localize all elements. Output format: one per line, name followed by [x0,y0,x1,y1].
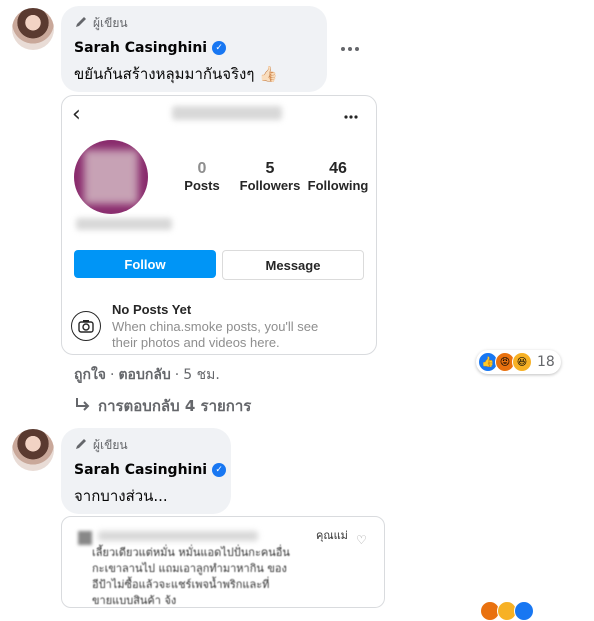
following-count: 46 [329,160,347,177]
no-posts-text-2: their photos and videos here. [112,335,280,350]
no-posts-text-1: When china.smoke posts, you'll see [112,319,319,334]
followers-stat: 5 Followers [238,160,302,193]
comment-text: จากบางส่วน... [74,487,168,505]
pencil-icon [74,15,88,32]
haha-reaction-icon: 😆 [512,352,532,372]
view-replies-label[interactable]: การตอบกลับ 4 รายการ [98,394,251,418]
author-badge-label: ผู้เขียน [93,438,128,452]
separator: · [110,367,115,383]
author-name-text[interactable]: Sarah Casinghini [74,40,207,56]
verified-badge-icon: ✓ [212,463,227,477]
author-badge: ผู้เขียน [74,436,128,455]
profile-picture [74,140,148,214]
reply-button[interactable]: ตอบกลับ [118,364,170,386]
author-avatar[interactable] [12,429,54,471]
blurred-display-name [76,218,172,230]
timestamp[interactable]: 5 ชม. [183,364,220,386]
blurred-username [172,106,282,120]
author-badge-label: ผู้เขียน [93,16,128,30]
heart-icon: ♡ [356,533,367,547]
no-posts-title: No Posts Yet [112,302,192,317]
screenshot-line-1: คุณแม่ [316,529,348,542]
reaction-summary-partial[interactable] [480,601,534,621]
attached-image-card[interactable]: คุณแม่ ♡ เลี้ยวเดียวแต่หมั่น หมั่นแอดไปป… [61,516,385,608]
more-options-button[interactable] [340,36,360,57]
author-name-text[interactable]: Sarah Casinghini [74,462,207,478]
posts-stat: 0 Posts [180,160,224,193]
reaction-count: 18 [537,354,555,370]
more-horizontal-icon [344,104,358,123]
followers-count: 5 [265,160,275,177]
author-avatar[interactable] [12,8,54,50]
reply-arrow-icon [74,397,90,415]
posts-label: Posts [184,178,220,193]
comment-text: ขยันกันสร้างหลุมมากันจริงๆ 👍🏻 [74,65,278,83]
following-label: Following [307,178,369,193]
screenshot-line-5: ขายแบบสินค้า จ้ง [92,594,177,607]
author-name[interactable]: Sarah Casinghini ✓ [74,40,227,56]
blurred-avatar [78,531,92,545]
separator: · [174,367,180,383]
pencil-icon [74,437,88,454]
author-name[interactable]: Sarah Casinghini ✓ [74,462,227,478]
reaction-summary[interactable]: 👍 😡 😆 18 [476,350,561,374]
camera-icon [71,311,101,341]
more-horizontal-icon [341,47,359,51]
back-chevron-icon: ‹ [72,102,81,127]
following-stat: 46 Following [306,160,370,193]
author-badge: ผู้เขียน [74,14,128,33]
verified-badge-icon: ✓ [212,41,227,55]
followers-label: Followers [239,178,301,193]
blurred-text [98,531,258,541]
posts-count: 0 [197,160,207,177]
like-reaction-icon [514,601,534,621]
follow-button[interactable]: Follow [74,250,216,278]
view-replies-link[interactable]: การตอบกลับ 4 รายการ [74,394,251,418]
like-button[interactable]: ถูกใจ [74,364,106,386]
message-button[interactable]: Message [222,250,364,280]
attached-image-card[interactable]: ‹ 0 Posts 5 Followers 46 Following Follo… [61,95,377,355]
comment-actions: ถูกใจ · ตอบกลับ · 5 ชม. [74,364,220,386]
